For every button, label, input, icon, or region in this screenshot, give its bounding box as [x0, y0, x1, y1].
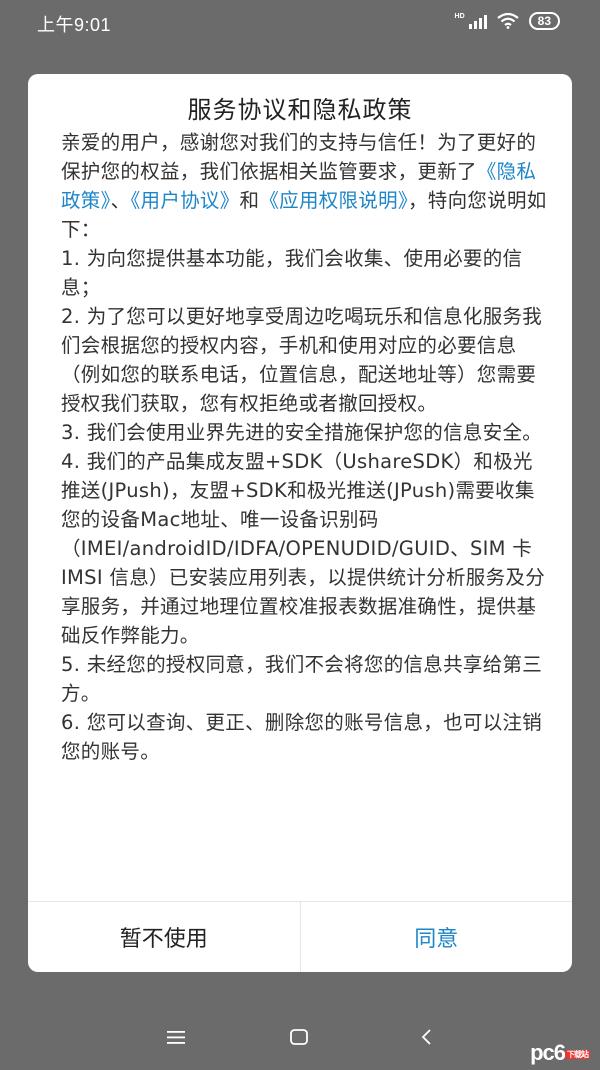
watermark-logo: pc6 下载站: [530, 1040, 590, 1066]
agree-button[interactable]: 同意: [301, 902, 573, 972]
policy-item-2: 2. 为了您可以更好地享受周边吃喝玩乐和信息化服务我们会根据您的授权内容，手机和…: [61, 305, 543, 415]
policy-item-1: 1. 为向您提供基本功能，我们会收集、使用必要的信息；: [61, 247, 523, 299]
intro-separator: 、: [110, 189, 131, 212]
watermark-text: pc6: [530, 1040, 566, 1065]
intro-paragraph: 亲爱的用户，感谢您对我们的支持与信任！为了更好的保护您的权益，我们依据相关监管要…: [61, 128, 551, 244]
status-time: 上午9:01: [37, 15, 112, 35]
policy-item-4: 4. 我们的产品集成友盟+SDK（UshareSDK）和极光推送(JPush)，…: [61, 450, 546, 647]
battery-indicator: 83: [528, 12, 560, 30]
intro-conjunction: 和: [239, 189, 260, 212]
intro-text: 亲爱的用户，感谢您对我们的支持与信任！为了更好的保护您的权益，我们依据相关监管要…: [61, 131, 537, 183]
policy-item-6: 6. 您可以查询、更正、删除您的账号信息，也可以注销您的账号。: [61, 711, 543, 763]
policy-item-5: 5. 未经您的授权同意，我们不会将您的信息共享给第三方。: [61, 653, 543, 705]
dialog-title: 服务协议和隐私政策: [187, 96, 413, 124]
decline-button[interactable]: 暂不使用: [28, 902, 301, 972]
privacy-dialog: 服务协议和隐私政策 亲爱的用户，感谢您对我们的支持与信任！为了更好的保护您的权益…: [28, 74, 572, 972]
back-icon[interactable]: [417, 1028, 437, 1046]
dialog-footer: 暂不使用 同意: [28, 901, 572, 972]
menu-icon[interactable]: [166, 1028, 186, 1046]
watermark-subtext: 下载站: [565, 1049, 590, 1059]
home-icon[interactable]: [289, 1028, 309, 1046]
navigation-bar: [0, 1010, 600, 1070]
signal-icon: HD: [455, 13, 487, 29]
user-agreement-link[interactable]: 《用户协议》: [130, 189, 239, 212]
network-label: HD: [454, 13, 465, 20]
wifi-icon: [496, 13, 519, 29]
status-bar: 上午9:01 HD 83: [0, 0, 600, 44]
policy-item-3: 3. 我们会使用业界先进的安全措施保护您的信息安全。: [61, 421, 543, 444]
dialog-body: 亲爱的用户，感谢您对我们的支持与信任！为了更好的保护您的权益，我们依据相关监管要…: [61, 128, 551, 766]
permission-explanation-link[interactable]: 《应用权限说明》: [259, 189, 408, 212]
status-icons: HD 83: [455, 12, 560, 30]
